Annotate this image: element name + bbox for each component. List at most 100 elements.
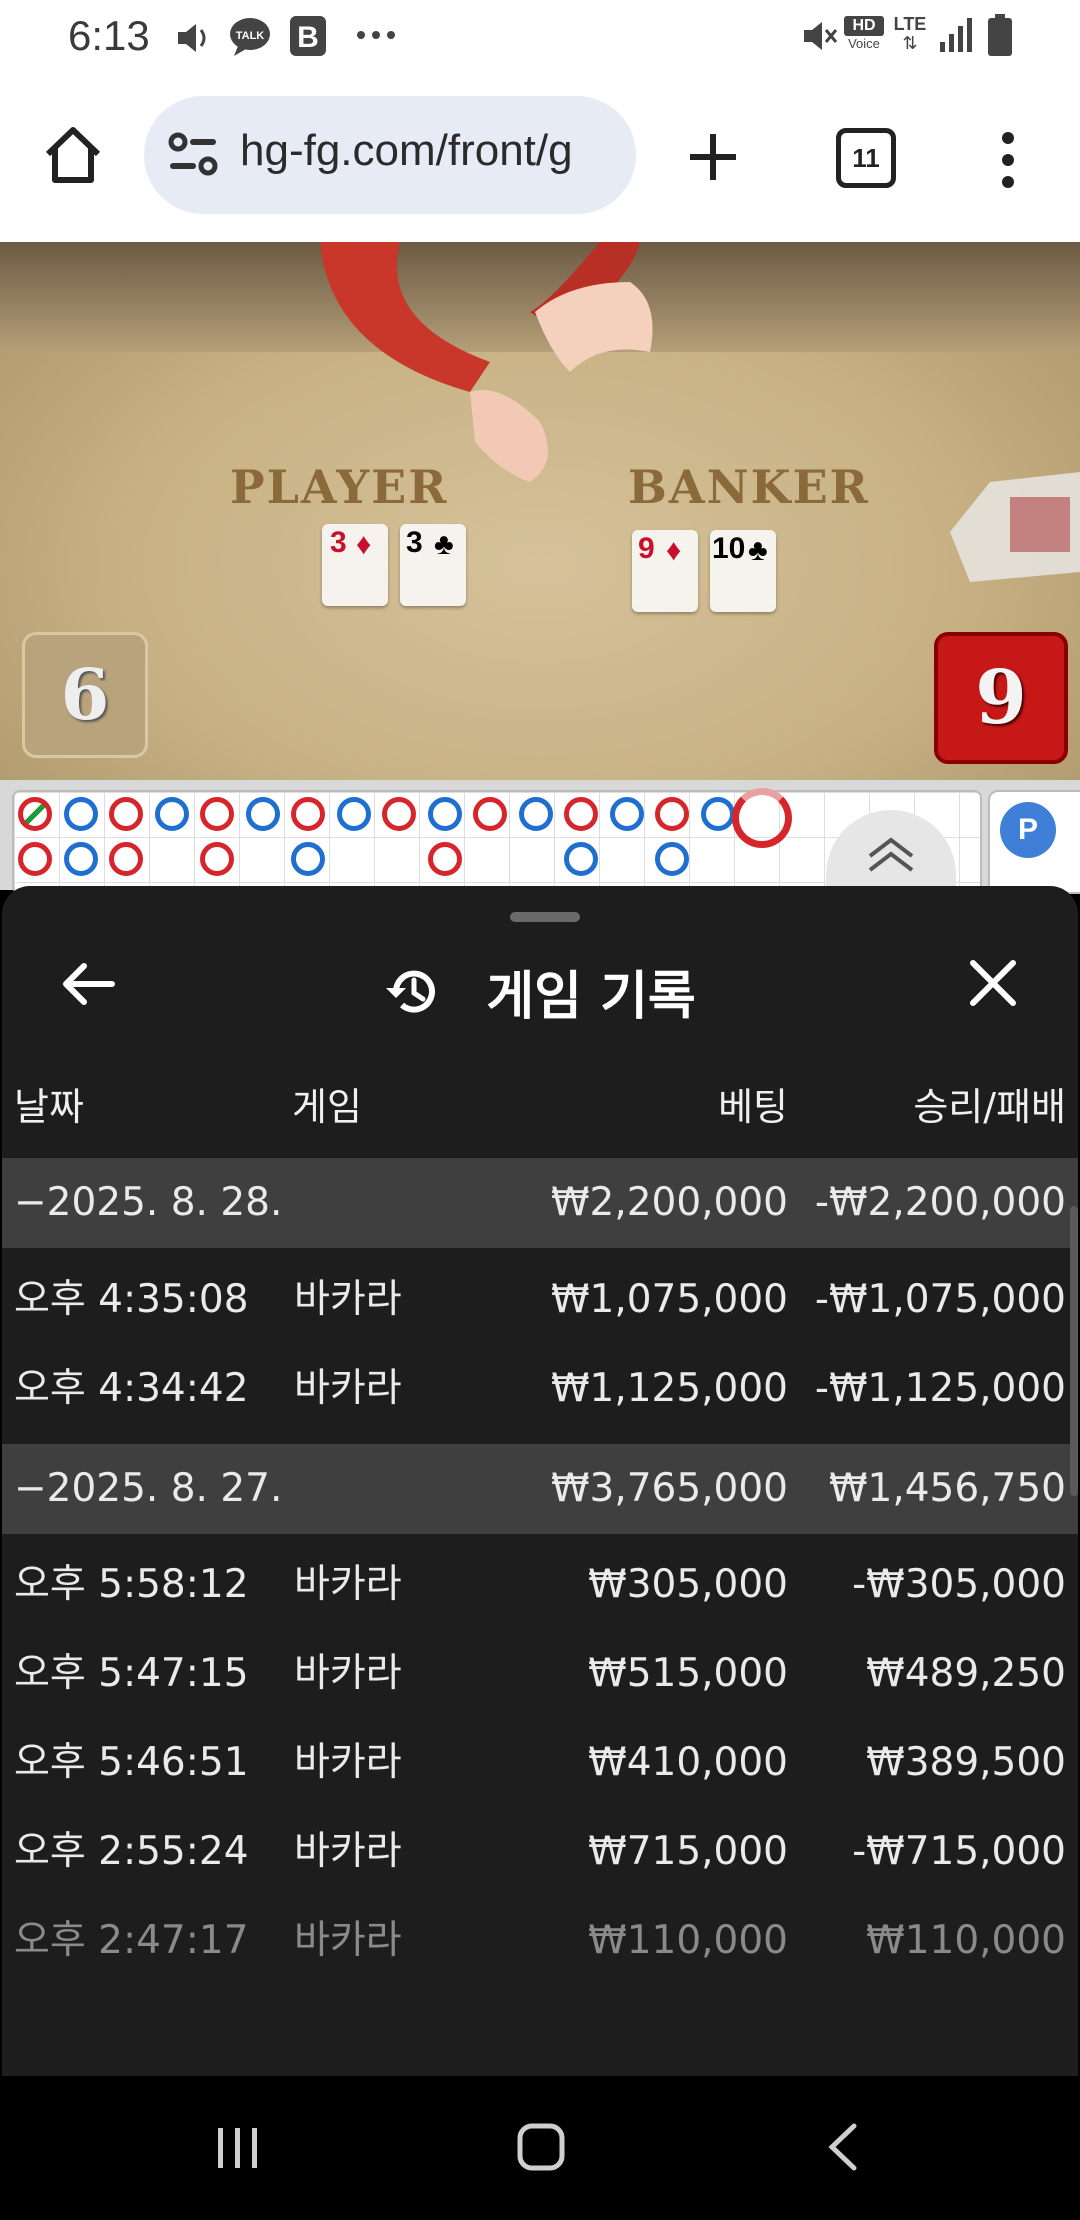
- history-row[interactable]: 오후 5:47:15 바카라 ₩515,000 ₩489,250: [2, 1629, 1078, 1719]
- row-bet: ₩1,125,000: [550, 1366, 788, 1411]
- hd-voice-icon: HD Voice: [844, 16, 884, 52]
- row-win-loss: ₩389,500: [866, 1740, 1066, 1785]
- date-group-row[interactable]: −2025. 8. 28. ₩2,200,000 -₩2,200,000: [2, 1158, 1078, 1248]
- group-date: −2025. 8. 28.: [14, 1180, 283, 1225]
- player-road-button[interactable]: P: [1000, 802, 1056, 858]
- home-icon[interactable]: [40, 124, 106, 186]
- battery-icon: [988, 14, 1012, 56]
- row-bet: ₩515,000: [588, 1651, 788, 1696]
- banker-bead: [18, 842, 52, 876]
- row-time: 오후 5:58:12: [14, 1562, 249, 1607]
- banker-bead: [200, 797, 234, 831]
- banker-bead: [109, 797, 143, 831]
- history-row[interactable]: 오후 2:47:17 바카라 ₩110,000 ₩110,000: [2, 1896, 1078, 1986]
- history-row[interactable]: 오후 5:46:51 바카라 ₩410,000 ₩389,500: [2, 1718, 1078, 1808]
- browser-toolbar: hg-fg.com/front/g 11: [0, 72, 1080, 244]
- row-game: 바카라: [294, 1562, 402, 1607]
- volume-icon: [178, 24, 206, 52]
- row-win-loss: -₩305,000: [852, 1562, 1066, 1607]
- player-card-1: 3 ♦: [322, 524, 388, 606]
- card-shoe: [950, 472, 1080, 582]
- svg-text:TALK: TALK: [236, 30, 265, 42]
- back-nav-icon[interactable]: [826, 2122, 860, 2172]
- tab-switcher-button[interactable]: 11: [836, 128, 896, 188]
- history-row[interactable]: 오후 5:58:12 바카라 ₩305,000 -₩305,000: [2, 1540, 1078, 1630]
- row-game: 바카라: [294, 1277, 402, 1322]
- banker-bead: [564, 797, 598, 831]
- history-row[interactable]: 오후 4:34:42 바카라 ₩1,125,000 -₩1,125,000: [2, 1344, 1078, 1434]
- system-nav-bar: [0, 2076, 1080, 2220]
- address-bar[interactable]: hg-fg.com/front/g: [144, 96, 636, 214]
- banker-bead: [291, 797, 325, 831]
- player-bead: [245, 797, 280, 831]
- history-row[interactable]: 오후 2:55:24 바카라 ₩715,000 -₩715,000: [2, 1807, 1078, 1897]
- banker-bead: [473, 797, 507, 831]
- site-settings-icon[interactable]: [168, 130, 220, 180]
- banker-bead: [200, 842, 234, 876]
- column-header-bet[interactable]: 베팅: [718, 1076, 788, 1131]
- player-bead: [655, 842, 689, 876]
- history-row[interactable]: 오후 4:35:08 바카라 ₩1,075,000 -₩1,075,000: [2, 1255, 1078, 1345]
- row-time: 오후 2:55:24: [14, 1829, 249, 1874]
- row-game: 바카라: [294, 1651, 402, 1696]
- row-win-loss: -₩715,000: [852, 1829, 1066, 1874]
- group-win-loss-total: -₩2,200,000: [814, 1180, 1066, 1225]
- player-label: PLAYER: [230, 460, 449, 514]
- row-time: 오후 5:46:51: [14, 1740, 249, 1785]
- player-bead: [564, 842, 598, 876]
- player-bead: [63, 797, 98, 831]
- player-bead: [291, 842, 325, 876]
- player-bead: [609, 797, 644, 831]
- scrollbar[interactable]: [1070, 1206, 1078, 1496]
- loading-ring-icon: [732, 788, 792, 848]
- group-bet-total: ₩2,200,000: [550, 1180, 788, 1225]
- mute-icon: [804, 22, 838, 50]
- live-video-feed[interactable]: PLAYER BANKER 3 ♦ 3 ♣ 9 ♦ 10 ♣ 6 9: [0, 242, 1080, 780]
- b-icon: B: [290, 16, 326, 56]
- new-tab-icon[interactable]: [686, 130, 740, 184]
- group-bet-total: ₩3,765,000: [550, 1466, 788, 1511]
- tie-bead: [18, 797, 52, 831]
- group-win-loss-total: ₩1,456,750: [828, 1466, 1066, 1511]
- row-bet: ₩305,000: [588, 1562, 788, 1607]
- player-card-2: 3 ♣: [400, 524, 466, 606]
- row-win-loss: ₩489,250: [866, 1651, 1066, 1696]
- row-time: 오후 4:34:42: [14, 1366, 249, 1411]
- player-bead: [427, 797, 462, 831]
- player-bead: [336, 797, 371, 831]
- status-bar: 6:13 TALK B HD Voice LTE ⇅: [0, 0, 1080, 72]
- chevron-up-icon: [868, 837, 914, 872]
- row-game: 바카라: [294, 1366, 402, 1411]
- row-game: 바카라: [294, 1829, 402, 1874]
- row-win-loss: -₩1,125,000: [814, 1366, 1066, 1411]
- banker-label: BANKER: [628, 460, 870, 514]
- row-game: 바카라: [294, 1740, 402, 1785]
- banker-score: 9: [934, 632, 1068, 764]
- player-bead: [700, 797, 735, 831]
- banker-bead: [427, 842, 462, 876]
- row-bet: ₩410,000: [588, 1740, 788, 1785]
- group-date: −2025. 8. 27.: [14, 1466, 283, 1511]
- row-bet: ₩1,075,000: [550, 1277, 788, 1322]
- sheet-header: 게임 기록: [2, 954, 1078, 1029]
- row-win-loss: ₩110,000: [866, 1918, 1066, 1963]
- column-header-date[interactable]: 날짜: [14, 1076, 84, 1131]
- close-icon[interactable]: [968, 958, 1018, 1008]
- column-header-game[interactable]: 게임: [292, 1076, 362, 1131]
- drag-handle[interactable]: [510, 912, 580, 922]
- url-text: hg-fg.com/front/g: [240, 126, 573, 175]
- column-header-win-loss[interactable]: 승리/패배: [913, 1076, 1066, 1131]
- sheet-title: 게임 기록: [486, 967, 696, 1027]
- row-game: 바카라: [294, 1918, 402, 1963]
- bead-road[interactable]: P: [0, 780, 1080, 910]
- home-nav-icon[interactable]: [516, 2122, 566, 2172]
- date-group-row[interactable]: −2025. 8. 27. ₩3,765,000 ₩1,456,750: [2, 1444, 1078, 1534]
- banker-card-1: 9 ♦: [632, 530, 698, 612]
- recent-apps-icon[interactable]: [214, 2124, 262, 2172]
- signal-icon: [940, 18, 972, 52]
- row-win-loss: -₩1,075,000: [814, 1277, 1066, 1322]
- banker-bead: [382, 797, 416, 831]
- menu-kebab-icon[interactable]: [996, 132, 1020, 188]
- svg-text:B: B: [297, 21, 319, 54]
- row-time: 오후 5:47:15: [14, 1651, 249, 1696]
